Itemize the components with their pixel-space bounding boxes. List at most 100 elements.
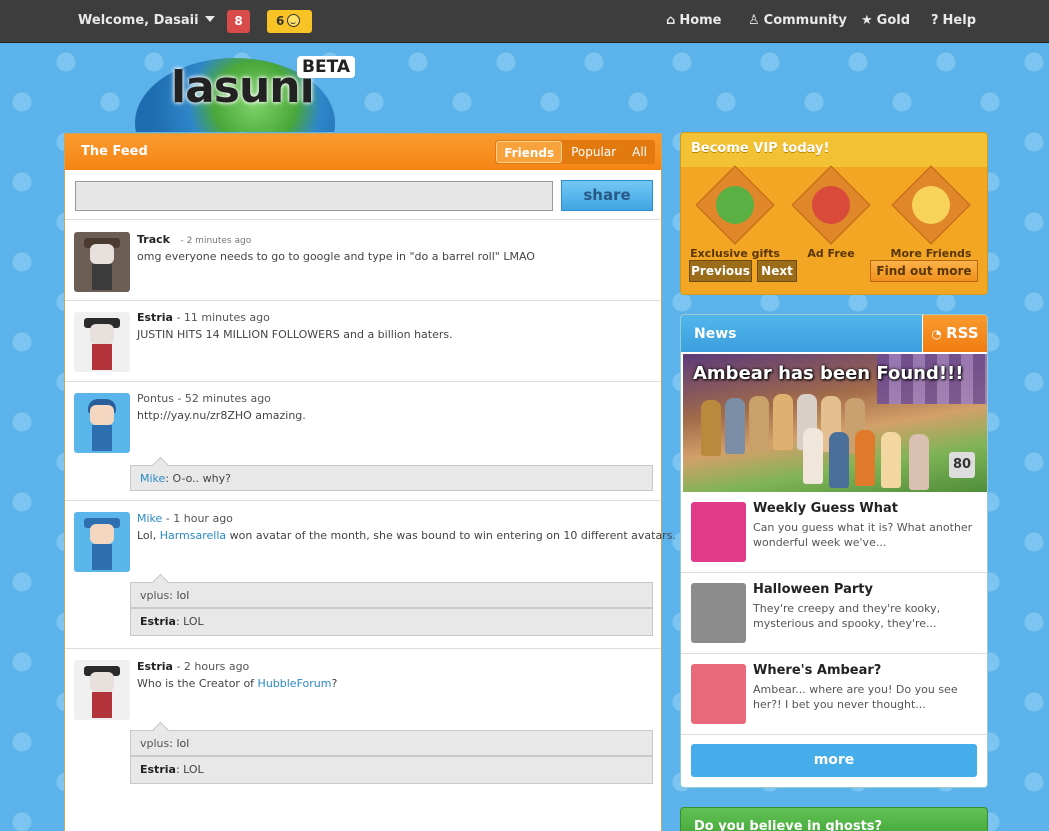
- feed-header: The Feed Friends Popular All: [65, 134, 661, 170]
- post-meta: Track - 2 minutes ago: [137, 233, 251, 246]
- comment-username[interactable]: Mike: [140, 472, 165, 485]
- post-username[interactable]: Mike: [137, 512, 162, 525]
- nav-gold-label: Gold: [876, 13, 911, 28]
- vip-panel: Become VIP today! Exclusive gifts Ad Fre…: [680, 132, 988, 295]
- smiley-icon: [287, 14, 301, 27]
- site-logo[interactable]: lasuni BETA: [125, 46, 360, 132]
- ghost-title: Do you believe in ghosts?: [694, 819, 883, 831]
- post-time: - 11 minutes ago: [176, 311, 270, 324]
- tab-popular[interactable]: Popular: [564, 141, 623, 163]
- vip-previous-button[interactable]: Previous: [689, 260, 752, 282]
- avatar-body: [92, 692, 112, 718]
- status-input[interactable]: [75, 181, 553, 211]
- comment-username[interactable]: Estria: [140, 763, 176, 776]
- news-hero-image[interactable]: Ambear has been Found!!! 80: [683, 354, 987, 492]
- tab-friends[interactable]: Friends: [496, 141, 563, 163]
- nav-gold[interactable]: ★ Gold: [861, 13, 910, 28]
- post-username[interactable]: Estria: [137, 311, 173, 324]
- post-link[interactable]: HubbleForum: [258, 677, 332, 690]
- nav-home[interactable]: ⌂ Home: [666, 13, 722, 28]
- comment-text: : LOL: [175, 763, 204, 776]
- home-icon: ⌂: [666, 13, 676, 28]
- question-icon: ?: [931, 13, 939, 28]
- rss-button[interactable]: ◔ RSS: [922, 315, 987, 352]
- vip-item-label: Exclusive gifts: [690, 247, 780, 260]
- post-text-post: won avatar of the month, she was bound t…: [226, 529, 676, 542]
- tab-all[interactable]: All: [625, 141, 654, 163]
- feed-panel: The Feed Friends Popular All share Track…: [64, 133, 676, 831]
- characters-graphic: [683, 392, 987, 492]
- avatar[interactable]: [74, 393, 130, 453]
- avatar[interactable]: [74, 512, 130, 572]
- post-meta: Estria - 2 hours ago: [137, 660, 249, 673]
- post-time: - 52 minutes ago: [177, 392, 271, 405]
- avatar-head: [90, 672, 114, 692]
- news-item-desc: They're creepy and they're kooky, myster…: [753, 602, 941, 630]
- news-thumbnail: [691, 502, 746, 562]
- news-panel: News ◔ RSS Ambear has been Found!!! 80 W…: [680, 314, 988, 788]
- comment-username[interactable]: Estria: [140, 615, 176, 628]
- vip-item-label: More Friends: [890, 247, 972, 260]
- vip-item-label: Ad Free: [807, 247, 855, 260]
- vip-title: Become VIP today!: [691, 141, 830, 156]
- friends-badge[interactable]: 6: [267, 10, 312, 33]
- comment-text: : LOL: [175, 615, 204, 628]
- comment-username[interactable]: vplus: [140, 589, 169, 602]
- avatar[interactable]: [74, 312, 130, 372]
- news-item-desc: Ambear... where are you! Do you see her?…: [753, 683, 958, 711]
- no-ads-icon: [791, 165, 871, 245]
- vip-item-adfree[interactable]: Ad Free: [783, 165, 879, 260]
- avatar-head: [90, 405, 114, 425]
- news-more-button[interactable]: more: [691, 744, 977, 777]
- hero-counter: 80: [949, 452, 975, 478]
- post-meta: Estria - 11 minutes ago: [137, 311, 270, 324]
- news-header: News ◔ RSS: [681, 315, 987, 352]
- post-text-pre: Who is the Creator of: [137, 677, 258, 690]
- post-text: http://yay.nu/zr8ZHO amazing.: [137, 409, 306, 422]
- feed-post: Estria - 11 minutes ago JUSTIN HITS 14 M…: [65, 300, 661, 382]
- post-username[interactable]: Estria: [137, 660, 173, 673]
- feed-post: Pontus - 52 minutes ago http://yay.nu/zr…: [65, 381, 661, 500]
- post-username[interactable]: Track: [137, 233, 170, 246]
- welcome-menu[interactable]: Welcome, Dasaii: [78, 13, 215, 28]
- chevron-down-icon: [204, 16, 215, 22]
- nav-community[interactable]: ♙ Community: [748, 13, 847, 28]
- post-text: Lol, Harmsarella won avatar of the month…: [137, 529, 676, 542]
- post-link[interactable]: Harmsarella: [160, 529, 226, 542]
- avatar-head: [90, 324, 114, 344]
- avatar-body: [92, 344, 112, 370]
- comment-text: : lol: [169, 589, 190, 602]
- vip-item-friends[interactable]: More Friends: [883, 165, 979, 260]
- comment: Mike: O-o.. why?: [130, 465, 653, 491]
- avatar-body: [92, 264, 112, 290]
- comment: Estria: LOL: [130, 608, 653, 636]
- avatar[interactable]: [74, 232, 130, 292]
- find-out-more-button[interactable]: Find out more: [870, 260, 978, 282]
- avatar[interactable]: [74, 660, 130, 720]
- nav-help[interactable]: ? Help: [931, 13, 976, 28]
- feed-post: Track - 2 minutes ago omg everyone needs…: [65, 219, 661, 301]
- vip-item-gifts[interactable]: Exclusive gifts: [687, 165, 783, 260]
- rss-icon: ◔: [931, 327, 947, 341]
- nav-help-label: Help: [942, 13, 977, 28]
- post-meta: Pontus - 52 minutes ago: [137, 392, 271, 405]
- news-item[interactable]: Weekly Guess What Can you guess what it …: [681, 492, 987, 573]
- rss-label: RSS: [946, 324, 979, 342]
- comment-username[interactable]: vplus: [140, 737, 169, 750]
- star-icon: ★: [861, 13, 873, 28]
- logo-text: lasuni: [171, 62, 315, 113]
- feed-post: Mike - 1 hour ago Lol, Harmsarella won a…: [65, 500, 676, 648]
- user-icon: ♙: [748, 13, 760, 28]
- avatar-body: [92, 544, 112, 570]
- friends-count: 6: [276, 14, 285, 28]
- post-username[interactable]: Pontus: [137, 392, 174, 405]
- share-button[interactable]: share: [561, 180, 653, 211]
- news-item-title: Weekly Guess What: [753, 501, 898, 516]
- messages-badge[interactable]: 8: [227, 10, 250, 33]
- post-time: - 1 hour ago: [165, 512, 233, 525]
- news-item[interactable]: Where's Ambear? Ambear... where are you!…: [681, 654, 987, 735]
- vip-next-button[interactable]: Next: [757, 260, 797, 282]
- post-text-pre: Lol,: [137, 529, 160, 542]
- news-item[interactable]: Halloween Party They're creepy and they'…: [681, 573, 987, 654]
- post-text: omg everyone needs to go to google and t…: [137, 250, 535, 263]
